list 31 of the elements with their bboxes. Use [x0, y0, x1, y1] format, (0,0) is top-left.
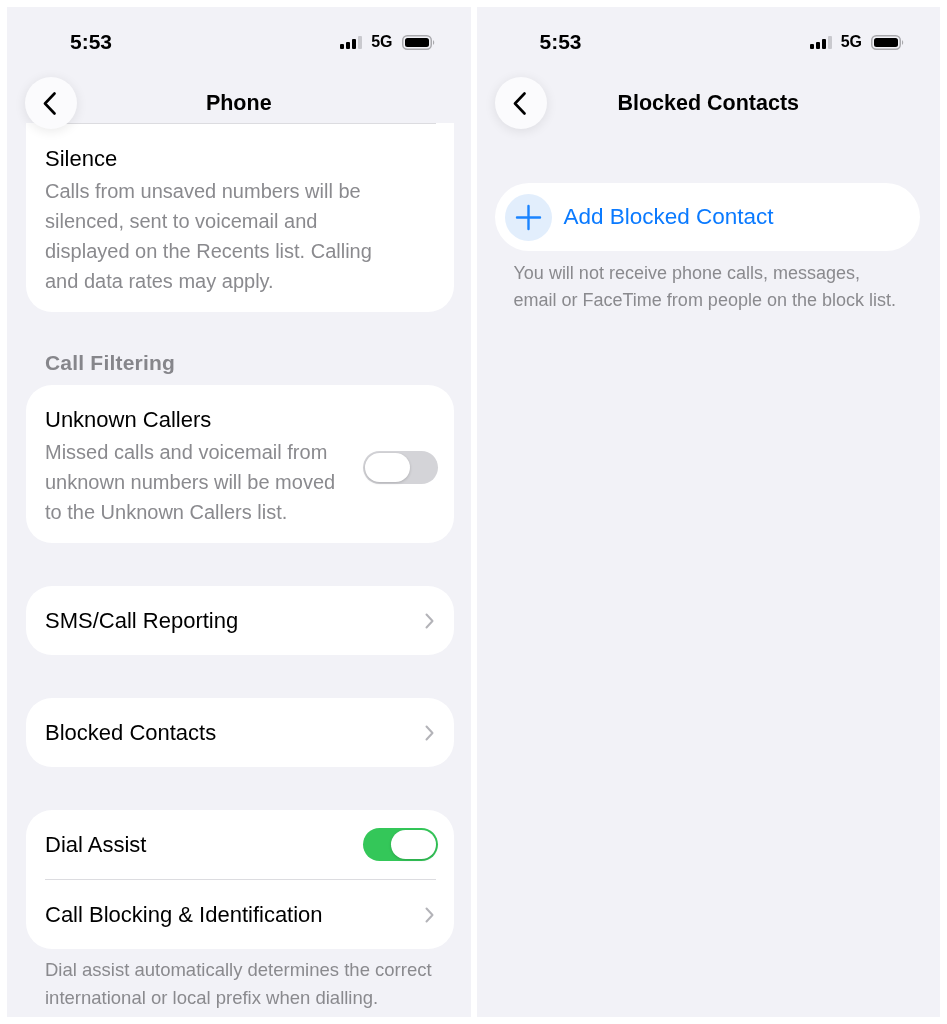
row-description: Calls from unsaved numbers will be silenced, sent to voicemail and displayed on the Recents list. Calling and data rates may apply.: [45, 179, 373, 294]
screen-title: Blocked Contacts: [617, 90, 800, 116]
row-title: Dial Assist: [45, 831, 147, 858]
battery-icon: [871, 34, 904, 50]
signal-icon: [809, 35, 832, 49]
battery-icon: [401, 34, 435, 50]
settings-row[interactable]: SMS/Call Reporting: [26, 586, 454, 655]
plus-icon: [504, 193, 552, 241]
chevron-right-icon: [424, 906, 434, 923]
signal-icon: [340, 35, 363, 49]
chevron-right-icon: [424, 612, 434, 629]
footer-note: You will not receive phone calls, messages, email or FaceTime from people on the block list.: [512, 262, 897, 312]
chevron-left-icon: [43, 91, 56, 115]
toggle-switch[interactable]: [362, 450, 438, 484]
status-time: 5:53: [70, 30, 113, 54]
chevron-left-icon: [512, 91, 526, 115]
back-button[interactable]: [25, 77, 77, 129]
settings-row[interactable]: Blocked Contacts: [26, 698, 454, 767]
row-title: Unknown Callers: [45, 407, 212, 433]
add-contact-button[interactable]: Add Blocked Contact: [494, 183, 920, 251]
screen-title: Phone: [205, 90, 272, 116]
network-label: 5G: [371, 32, 393, 52]
row-description: Missed calls and voicemail from unknown numbers will be moved to the Unknown Callers list.: [45, 440, 337, 525]
footer-note: Dial assist automatically determines the correct international or local prefix when dialling.: [44, 958, 433, 1010]
row-title: Silence: [45, 146, 118, 172]
chevron-right-icon: [424, 724, 434, 741]
section-header: Call Filtering: [44, 351, 176, 375]
status-time: 5:53: [539, 30, 582, 54]
network-label: 5G: [840, 32, 862, 52]
settings-row[interactable]: Call Blocking & Identification: [26, 880, 454, 949]
toggle-switch[interactable]: [362, 828, 438, 861]
